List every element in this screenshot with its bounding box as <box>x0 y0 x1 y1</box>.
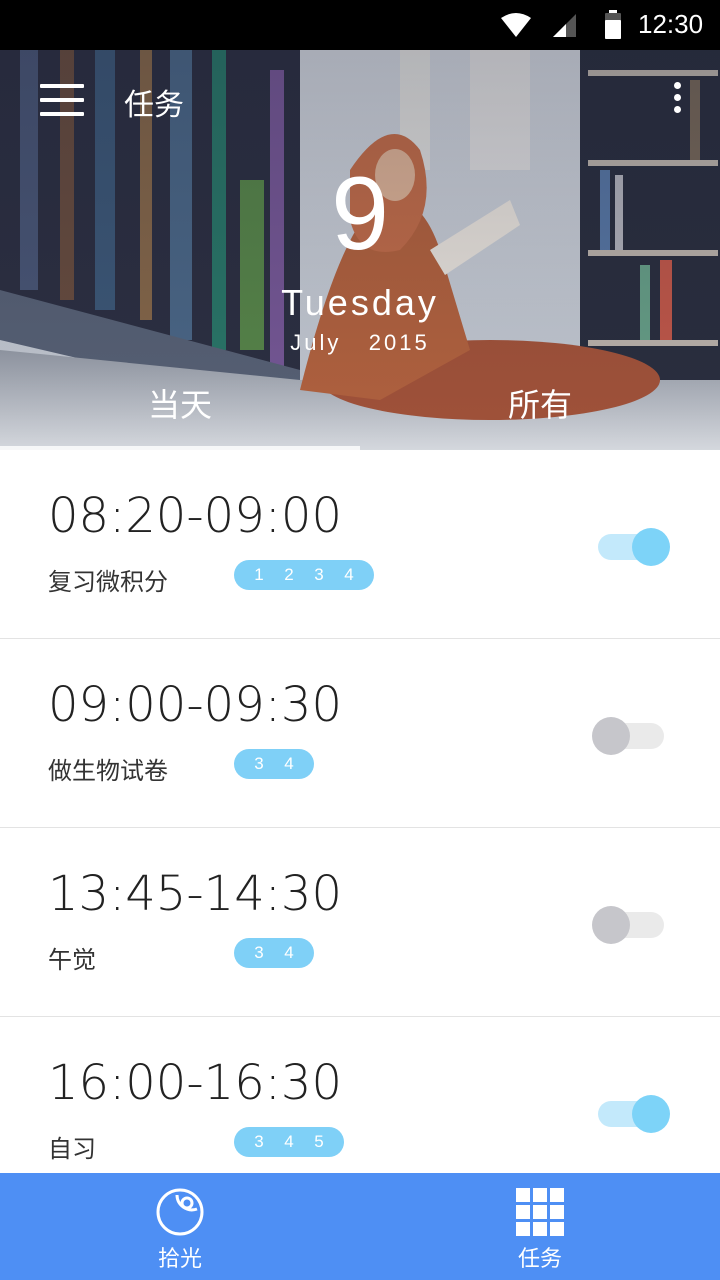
more-vertical-icon <box>673 82 681 89</box>
light-circle-icon <box>156 1188 204 1236</box>
day-chip: 3 <box>314 565 324 584</box>
task-name: 自习 <box>48 1135 96 1163</box>
toggle-knob <box>632 528 670 566</box>
date-weekday: Tuesday <box>281 282 439 323</box>
task-name: 午觉 <box>48 946 96 974</box>
battery-icon <box>605 10 621 39</box>
more-options-button[interactable] <box>668 82 686 122</box>
toggle-knob <box>632 1095 670 1133</box>
nav-item-tasks[interactable]: 任务 <box>360 1173 720 1280</box>
task-list: 08:20-09:00 复习微积分 1234 09:00-09:30 做生物试卷… <box>0 450 720 1173</box>
day-chip: 4 <box>284 1132 294 1151</box>
header-hero: 任务 9 Tuesday July 2015 当天 所有 <box>0 50 720 450</box>
task-days-badge: 34 <box>234 749 314 779</box>
task-toggle[interactable] <box>596 526 672 566</box>
task-time: 08:20-09:00 <box>48 488 342 544</box>
task-toggle[interactable] <box>592 904 672 944</box>
day-chip: 3 <box>254 943 264 962</box>
bottom-nav: 拾光 任务 <box>0 1173 720 1280</box>
tab-today[interactable]: 当天 <box>148 380 212 426</box>
day-chip: 3 <box>254 754 264 773</box>
task-time: 16:00-16:30 <box>48 1055 342 1111</box>
task-name: 做生物试卷 <box>48 757 168 785</box>
day-chip: 4 <box>284 754 294 773</box>
hamburger-menu-icon <box>40 84 84 88</box>
status-bar: 12:30 <box>0 0 720 50</box>
day-chip: 2 <box>284 565 294 584</box>
task-days-badge: 34 <box>234 938 314 968</box>
cell-signal-icon <box>553 14 576 37</box>
grid-icon <box>516 1188 564 1236</box>
nav-label-tasks: 任务 <box>517 1247 562 1272</box>
nav-item-light[interactable]: 拾光 <box>0 1173 360 1280</box>
task-days-badge: 3 4 5 <box>234 1127 344 1157</box>
task-row[interactable]: 09:00-09:30 做生物试卷 34 <box>0 639 720 828</box>
task-row[interactable]: 08:20-09:00 复习微积分 1 2 3 4 <box>0 450 720 639</box>
task-days-badge: 1 2 3 4 <box>234 560 374 590</box>
date-day: 9 <box>331 156 389 272</box>
menu-button[interactable] <box>40 84 84 116</box>
day-chip: 4 <box>284 943 294 962</box>
day-chip: 1 <box>254 565 264 584</box>
task-time: 13:45-14:30 <box>48 866 342 922</box>
task-toggle[interactable] <box>596 1093 672 1133</box>
task-toggle[interactable] <box>592 715 672 755</box>
task-row[interactable]: 13:45-14:30 午觉 34 <box>0 828 720 1017</box>
page-title: 任务 <box>124 88 184 123</box>
tab-all[interactable]: 所有 <box>508 380 572 426</box>
task-row[interactable]: 16:00-16:30 自习 3 4 5 <box>0 1017 720 1173</box>
day-chip: 3 <box>254 1132 264 1151</box>
day-chip: 4 <box>344 565 354 584</box>
toggle-knob <box>592 906 630 944</box>
task-name: 复习微积分 <box>48 568 168 596</box>
status-time: 12:30 <box>638 9 704 39</box>
toggle-knob <box>592 717 630 755</box>
date-month-year: July 2015 <box>290 330 430 355</box>
task-time: 09:00-09:30 <box>48 677 342 733</box>
nav-label-light: 拾光 <box>157 1247 202 1272</box>
wifi-icon <box>501 13 531 37</box>
day-chip: 5 <box>314 1132 324 1151</box>
